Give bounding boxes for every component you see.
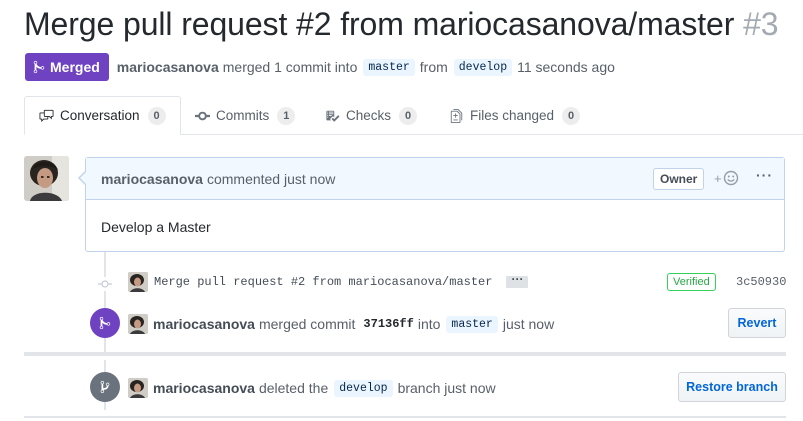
git-branch-icon [100, 380, 110, 394]
merged-into-branch[interactable]: master [446, 315, 498, 333]
checklist-icon [326, 110, 340, 122]
restore-branch-button[interactable]: Restore branch [678, 372, 786, 402]
timeline-divider [24, 352, 786, 356]
comment-author-link[interactable]: mariocasanova [101, 171, 203, 187]
base-branch-label[interactable]: master [363, 58, 415, 76]
comment-discussion-icon [39, 109, 54, 122]
deleted-event-text: deleted the [258, 380, 329, 396]
git-commit-icon [195, 111, 210, 120]
owner-badge: Owner [653, 168, 705, 190]
merged-state-label: Merged [50, 59, 100, 75]
tab-checks-count: 0 [399, 106, 418, 125]
pr-author-link[interactable]: mariocasanova [117, 59, 219, 75]
branch-deleted-badge [90, 372, 120, 402]
commit-expand-button[interactable]: ··· [506, 273, 529, 288]
timeline-bottom-divider [24, 416, 786, 418]
merged-event-text: merged commit [258, 316, 356, 332]
commit-row: Merge pull request #2 from mariocasanova… [128, 270, 788, 294]
commit-sha-link[interactable]: 3c50930 [736, 275, 786, 289]
tab-files-changed[interactable]: Files changed 0 [435, 96, 594, 135]
head-branch-label[interactable]: develop [453, 58, 513, 76]
branch-deleted-event: mariocasanova deleted the develop branch… [128, 376, 500, 400]
pr-title: Merge pull request #2 from mariocasanova… [24, 6, 779, 43]
merged-commit-sha-link[interactable]: 37136ff [363, 317, 413, 331]
avatar-photo [24, 156, 69, 201]
merged-state-badge: Merged [25, 53, 109, 81]
tab-conversation[interactable]: Conversation 0 [24, 96, 181, 135]
comment-header: mariocasanova commented just now Owner +… [86, 158, 784, 200]
git-merge-icon [99, 316, 111, 330]
revert-button[interactable]: Revert [728, 308, 786, 338]
tab-files-changed-label: Files changed [470, 108, 555, 123]
pr-tabs: Conversation 0 Commits 1 Checks 0 Files … [24, 96, 803, 135]
tab-conversation-count: 0 [147, 106, 166, 125]
add-reaction-button[interactable]: + [714, 170, 739, 186]
pr-title-text: Merge pull request #2 from mariocasanova… [24, 6, 735, 42]
tab-checks-label: Checks [346, 108, 392, 123]
pr-meta: Merged mariocasanova merged 1 commit int… [25, 53, 619, 81]
deleted-event-time: branch just now [397, 380, 496, 396]
merged-event-author-link[interactable]: mariocasanova [153, 316, 255, 332]
tab-commits-count: 1 [277, 106, 296, 125]
reaction-plus: + [714, 170, 722, 186]
deleted-event-author-link[interactable]: mariocasanova [153, 380, 255, 396]
merged-into-text: into [417, 316, 441, 332]
commenter-avatar[interactable] [24, 156, 69, 201]
tab-checks[interactable]: Checks 0 [311, 96, 431, 135]
deleted-event-avatar[interactable] [128, 378, 148, 398]
smiley-icon [723, 170, 738, 186]
pr-number: #3 [743, 6, 779, 42]
tab-files-changed-count: 0 [562, 106, 581, 125]
commit-node-icon [98, 277, 112, 291]
pr-time: 11 seconds ago [517, 59, 615, 75]
git-merge-icon [33, 60, 45, 74]
commit-message-link[interactable]: Merge pull request #2 from mariocasanova… [154, 275, 492, 289]
comment-action: commented just now [206, 170, 336, 187]
commit-author-avatar[interactable] [128, 272, 148, 292]
from-text: from [419, 59, 448, 75]
comment-box: mariocasanova commented just now Owner +… [78, 157, 785, 252]
merged-event-badge [90, 308, 120, 338]
comment-body: Develop a Master [101, 219, 211, 235]
merged-event-time: just now [502, 316, 555, 332]
deleted-branch-label: develop [334, 379, 393, 397]
merged-event-avatar[interactable] [128, 314, 148, 334]
comment-options-menu[interactable]: ··· [756, 167, 773, 183]
tab-commits[interactable]: Commits 1 [181, 96, 309, 135]
file-diff-icon [450, 108, 463, 123]
merged-event: mariocasanova merged commit 37136ff into… [128, 312, 558, 336]
merged-text: merged 1 commit into [222, 59, 358, 75]
tab-commits-label: Commits [216, 108, 270, 123]
verified-badge[interactable]: Verified [667, 273, 716, 291]
tab-conversation-label: Conversation [60, 108, 140, 123]
